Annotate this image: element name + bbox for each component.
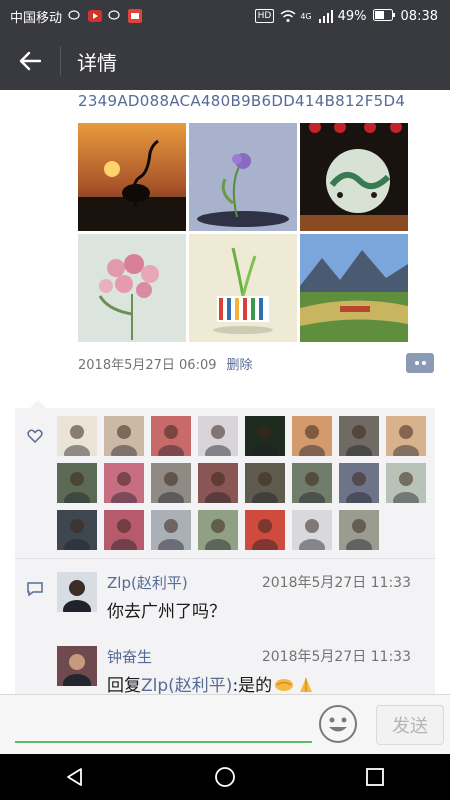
post-text: 2349AD088ACA480B9B6DD414B812F5D4: [78, 92, 406, 110]
photo-1[interactable]: [78, 123, 186, 231]
wifi-icon: [280, 9, 296, 23]
comment-input[interactable]: [15, 709, 312, 743]
nav-home-button[interactable]: [195, 754, 255, 800]
comment-item[interactable]: Zlp(赵利平) 2018年5月27日 11:33 你去广州了吗？: [15, 559, 435, 633]
comment-item[interactable]: 钟奋生 2018年5月27日 11:33 回复Zlp(赵利平):是的: [15, 633, 435, 694]
avatar[interactable]: [245, 463, 285, 503]
comment-text: 你去广州了吗？: [107, 602, 226, 622]
reply-target[interactable]: Zlp(赵利平): [141, 676, 232, 694]
avatar[interactable]: [57, 572, 97, 612]
network-type-label: 4G: [300, 11, 312, 21]
avatar[interactable]: [339, 416, 379, 456]
avatar[interactable]: [151, 510, 191, 550]
avatar[interactable]: [339, 510, 379, 550]
battery-percent: 49%: [337, 8, 367, 24]
commenter-name[interactable]: 钟奋生: [107, 646, 152, 667]
avatar[interactable]: [292, 416, 332, 456]
nav-recents-icon: [366, 768, 384, 786]
post-date: 2018年5月27日 06:09: [78, 358, 217, 373]
page-title: 详情: [77, 50, 117, 75]
avatar[interactable]: [104, 510, 144, 550]
reply-prefix: 回复: [107, 676, 141, 694]
avatar[interactable]: [198, 463, 238, 503]
comment-input-bar: 发送: [0, 694, 450, 755]
reply-body: :是的: [232, 676, 273, 694]
more-dot: [421, 361, 426, 365]
comment-bubble-icon: [27, 581, 43, 600]
avatar[interactable]: [57, 510, 97, 550]
panel-pointer: [30, 400, 46, 408]
avatar[interactable]: [245, 416, 285, 456]
avatar[interactable]: [386, 416, 426, 456]
send-button[interactable]: 发送: [376, 705, 444, 745]
avatar[interactable]: [292, 463, 332, 503]
video-app-icon: [88, 9, 103, 23]
more-dots-icon: [414, 361, 419, 365]
photo-6[interactable]: [300, 234, 408, 342]
moment-detail: 2349AD088ACA480B9B6DD414B812F5D4 2018年5月…: [0, 90, 450, 694]
heart-icon: [27, 428, 43, 447]
back-button[interactable]: [0, 32, 60, 90]
avatar[interactable]: [198, 416, 238, 456]
nav-back-button[interactable]: [45, 754, 105, 800]
post-meta: 2018年5月27日 06:09 删除: [78, 354, 253, 373]
avatar[interactable]: [104, 463, 144, 503]
nav-recents-button[interactable]: [345, 754, 405, 800]
avatar[interactable]: [57, 416, 97, 456]
system-nav-bar: [0, 754, 450, 800]
photo-2[interactable]: [189, 123, 297, 231]
commenter-name[interactable]: Zlp(赵利平): [107, 572, 188, 593]
comment-time: 2018年5月27日 11:33: [261, 649, 411, 665]
signal-icon: [318, 9, 333, 23]
liker-avatars: [57, 416, 435, 550]
photo-5[interactable]: [189, 234, 297, 342]
avatar[interactable]: [57, 463, 97, 503]
interaction-panel: Zlp(赵利平) 2018年5月27日 11:33 你去广州了吗？ 钟奋生 20…: [15, 400, 435, 694]
comment-text: 回复Zlp(赵利平):是的: [107, 671, 316, 694]
emoji-button[interactable]: [318, 704, 358, 744]
wechat-notify-icon-2: [108, 9, 122, 23]
arrow-left-icon: [19, 51, 41, 71]
battery-icon: [372, 9, 395, 23]
clock: 08:38: [400, 8, 438, 24]
avatar[interactable]: [292, 510, 332, 550]
avatar[interactable]: [339, 463, 379, 503]
photo-grid: [78, 123, 408, 342]
wechat-notify-icon: [68, 9, 82, 23]
handshake-icon: [274, 676, 294, 694]
avatar[interactable]: [151, 416, 191, 456]
news-app-icon: [128, 9, 143, 23]
avatar[interactable]: [151, 463, 191, 503]
status-bar: 中国移动 HD 4G 49% 08:38: [0, 0, 450, 32]
comment-action-button[interactable]: [406, 353, 434, 373]
photo-3[interactable]: [300, 123, 408, 231]
smiley-icon: [319, 705, 357, 743]
nav-home-icon: [215, 767, 235, 787]
nav-back-icon: [67, 768, 82, 786]
photo-4[interactable]: [78, 234, 186, 342]
delete-link[interactable]: 删除: [227, 354, 253, 373]
hd-badge: HD: [254, 9, 275, 23]
likes-section: [15, 408, 435, 558]
avatar[interactable]: [104, 416, 144, 456]
carrier-label: 中国移动: [10, 10, 63, 26]
avatar[interactable]: [57, 646, 97, 686]
comment-time: 2018年5月27日 11:33: [261, 575, 411, 591]
avatar[interactable]: [198, 510, 238, 550]
app-bar: 详情: [0, 32, 450, 90]
avatar[interactable]: [386, 463, 426, 503]
avatar[interactable]: [245, 510, 285, 550]
praying-hands-icon: [296, 676, 316, 694]
